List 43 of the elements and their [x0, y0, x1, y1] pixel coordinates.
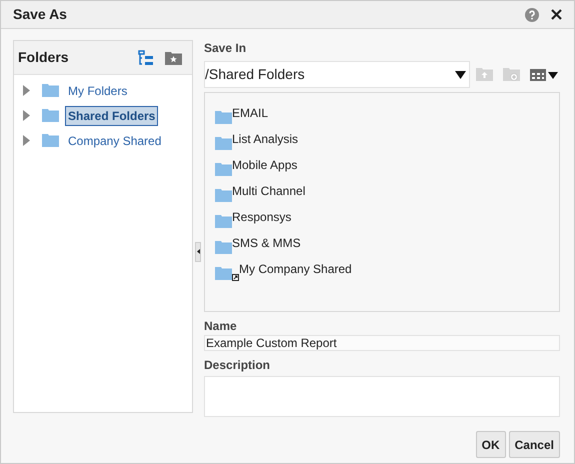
field-label: Name	[204, 318, 238, 335]
dialog-button[interactable]: Cancel	[508, 431, 560, 458]
folder-item[interactable]: Responsys	[232, 208, 292, 226]
folder-icon	[42, 109, 59, 122]
field-label: Save In	[204, 40, 248, 56]
folder-icon	[215, 137, 232, 150]
panel-title: Folders	[18, 48, 69, 67]
folder-icon	[215, 215, 232, 228]
folder-item[interactable]: EMAIL	[232, 104, 268, 122]
window-title: Save As	[13, 5, 67, 24]
dialog-button[interactable]: OK	[476, 431, 506, 458]
help-icon[interactable]	[525, 8, 539, 22]
starred-folder-icon[interactable]	[165, 50, 182, 64]
collapse-handle[interactable]	[195, 242, 201, 262]
folder-icon	[215, 189, 232, 202]
name-field[interactable]: Example Custom Report	[204, 335, 560, 351]
folder-tree-item[interactable]: My Folders	[65, 82, 130, 100]
shortcut-icon	[232, 274, 239, 281]
folder-item[interactable]: List Analysis	[232, 130, 298, 148]
expand-arrow-icon[interactable]	[23, 110, 30, 121]
expand-arrow-icon[interactable]	[23, 135, 30, 146]
field-label: Description	[204, 357, 272, 374]
new-folder-icon[interactable]	[503, 68, 520, 82]
folder-icon	[215, 241, 232, 254]
collapse-arrow-icon	[196, 249, 200, 254]
save-in-dropdown[interactable]: /Shared Folders	[204, 61, 470, 88]
folder-tree-item[interactable]: Company Shared	[65, 132, 164, 150]
folder-tree-item[interactable]: Shared Folders	[65, 106, 158, 126]
folder-item[interactable]: Mobile Apps	[232, 156, 298, 174]
folder-item[interactable]: Multi Channel	[232, 182, 306, 200]
folder-item[interactable]: SMS & MMS	[232, 234, 301, 252]
folder-icon	[42, 84, 59, 97]
view-menu-icon[interactable]	[530, 68, 558, 80]
expand-arrow-icon[interactable]	[23, 85, 30, 96]
dropdown-arrow-icon	[455, 70, 466, 78]
folder-icon	[215, 267, 232, 280]
description-field[interactable]	[204, 376, 560, 417]
folder-icon	[215, 163, 232, 176]
folder-item[interactable]: My Company Shared	[239, 260, 352, 278]
folder-icon	[42, 134, 59, 147]
tree-icon[interactable]	[138, 50, 153, 66]
close-icon[interactable]	[551, 9, 562, 20]
folder-icon	[215, 111, 232, 124]
